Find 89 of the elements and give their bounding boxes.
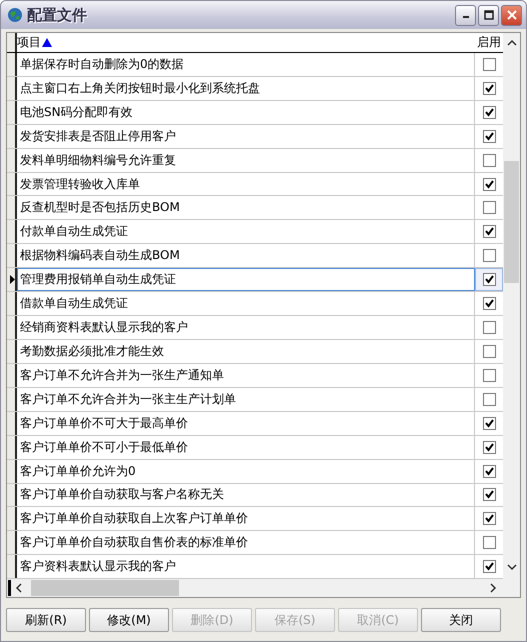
checkbox[interactable] — [482, 512, 496, 526]
maximize-button[interactable] — [478, 4, 499, 26]
horizontal-scrollbar[interactable] — [7, 579, 503, 598]
checkbox[interactable] — [482, 464, 496, 478]
table-cell: 客户订单单价不可小于最低单价 — [17, 436, 475, 459]
row-header[interactable] — [7, 124, 17, 148]
row-header[interactable] — [7, 292, 17, 316]
table-cell: 客户订单单价自动获取自上次客户订单单价 — [17, 507, 475, 530]
action-button[interactable]: 修改(M) — [89, 608, 169, 632]
checkbox[interactable] — [482, 130, 496, 143]
action-button[interactable]: 关闭 — [421, 608, 501, 632]
row-header[interactable] — [7, 340, 17, 363]
row-header[interactable] — [7, 555, 17, 578]
checkbox[interactable] — [482, 488, 496, 502]
scrollbar-thumb[interactable] — [31, 580, 179, 596]
table-cell: 反查机型时是否包括历史BOM — [17, 196, 475, 220]
row-header[interactable] — [7, 244, 17, 268]
globe-icon — [7, 7, 23, 23]
scrollbar-thumb[interactable] — [504, 161, 519, 283]
action-button[interactable]: 刷新(R) — [6, 608, 86, 632]
row-header[interactable] — [7, 531, 17, 554]
row-header[interactable] — [7, 460, 17, 483]
scroll-up-icon[interactable] — [506, 39, 516, 47]
row-header[interactable] — [7, 484, 17, 506]
scroll-left-icon[interactable] — [15, 583, 23, 594]
table-cell: 管理费用报销单自动生成凭证 — [17, 268, 475, 292]
row-header[interactable] — [7, 76, 17, 100]
table-cell: 客户订单单价不可大于最高单价 — [17, 412, 475, 435]
row-header[interactable] — [7, 172, 17, 196]
checkbox[interactable] — [482, 201, 496, 214]
row-header[interactable] — [7, 316, 17, 339]
checkbox[interactable] — [482, 344, 496, 358]
checkbox[interactable] — [482, 297, 496, 310]
checkbox[interactable] — [482, 560, 496, 574]
row-header[interactable] — [7, 196, 17, 220]
table-cell: 发料单明细物料编号允许重复 — [17, 148, 475, 172]
column-header[interactable]: 项目 — [17, 33, 475, 52]
row-header[interactable] — [7, 507, 17, 530]
checkbox[interactable] — [482, 249, 496, 262]
table-cell: 客户资料表默认显示我的客户 — [17, 555, 475, 578]
checkbox[interactable] — [482, 416, 496, 430]
minimize-button[interactable] — [455, 4, 476, 26]
row-header[interactable] — [7, 148, 17, 172]
table-cell: 客户订单不允许合并为一张生产通知单 — [17, 364, 475, 387]
table-cell: 根据物料编码表自动生成BOM — [17, 244, 475, 268]
table-cell: 借款单自动生成凭证 — [17, 292, 475, 316]
checkbox[interactable] — [482, 225, 496, 238]
maximize-icon — [484, 10, 494, 20]
scroll-down-icon[interactable] — [506, 563, 516, 571]
checkbox[interactable] — [482, 154, 496, 167]
table-cell: 考勤数据必须批准才能生效 — [17, 340, 475, 363]
table-cell: 客户订单单价允许为0 — [17, 460, 475, 483]
table-cell: 单据保存时自动删除为0的数据 — [17, 52, 475, 76]
vertical-scrollbar[interactable] — [503, 33, 520, 597]
table-cell: 电池SN码分配即有效 — [17, 100, 475, 124]
current-row-icon — [10, 275, 15, 284]
row-header[interactable] — [7, 436, 17, 459]
checkbox[interactable] — [482, 536, 496, 550]
row-header[interactable] — [7, 412, 17, 435]
checkbox[interactable] — [482, 368, 496, 382]
close-button[interactable] — [501, 4, 522, 26]
checkbox[interactable] — [482, 82, 496, 95]
row-header[interactable] — [7, 52, 17, 76]
row-header[interactable] — [7, 100, 17, 124]
close-icon — [506, 10, 516, 20]
sort-ascending-icon — [42, 38, 52, 47]
checkbox[interactable] — [482, 392, 496, 406]
table-cell: 经销商资料表默认显示我的客户 — [17, 316, 475, 339]
checkbox[interactable] — [482, 440, 496, 454]
checkbox[interactable] — [482, 106, 496, 119]
row-header[interactable] — [7, 220, 17, 244]
table-cell: 点主窗口右上角关闭按钮时最小化到系统托盘 — [17, 76, 475, 100]
table-cell: 客户订单单价自动获取自售价表的标准单价 — [17, 531, 475, 554]
table-cell: 发货安排表是否阻止停用客户 — [17, 124, 475, 148]
row-header[interactable] — [7, 388, 17, 411]
table-cell: 发票管理转验收入库单 — [17, 172, 475, 196]
window-title: 配置文件 — [27, 6, 88, 24]
column-header[interactable]: 启用 — [475, 33, 503, 52]
checkbox[interactable] — [482, 178, 496, 190]
checkbox[interactable] — [482, 58, 496, 71]
row-header[interactable] — [7, 364, 17, 387]
header-corner — [7, 33, 17, 52]
table-cell: 付款单自动生成凭证 — [17, 220, 475, 244]
table-cell: 客户订单单价自动获取与客户名称无关 — [17, 484, 475, 506]
checkbox[interactable] — [482, 321, 496, 334]
table-cell: 客户订单不允许合并为一张主生产计划单 — [17, 388, 475, 411]
checkbox[interactable] — [482, 273, 496, 286]
row-header[interactable] — [7, 268, 17, 292]
scroll-right-icon[interactable] — [489, 583, 497, 594]
